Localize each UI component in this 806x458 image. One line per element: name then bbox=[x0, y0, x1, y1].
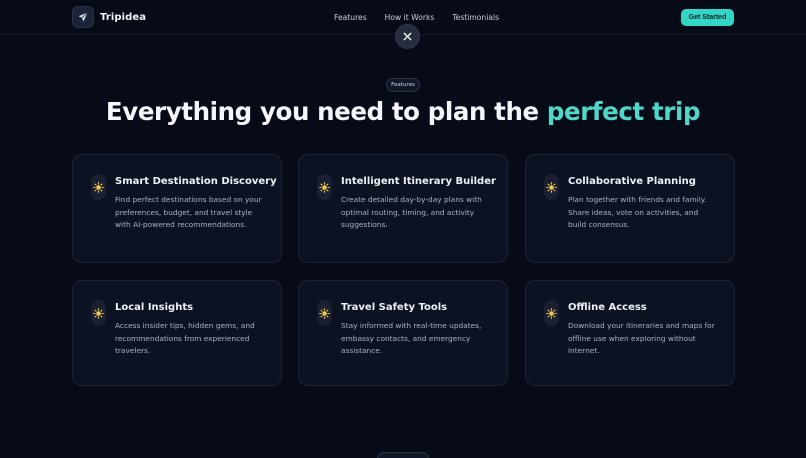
feature-description: Create detailed day-by-day plans with op… bbox=[341, 195, 482, 230]
section-badge: Features bbox=[386, 78, 420, 92]
feature-title: Offline Access bbox=[568, 302, 647, 313]
next-section-badge bbox=[377, 452, 429, 458]
feature-card-collaborative-planning: Collaborative Planning Plan together wit… bbox=[525, 154, 735, 263]
feature-card-local-insights: Local Insights Access insider tips, hidd… bbox=[72, 280, 282, 386]
feature-description: Stay informed with real-time updates, em… bbox=[341, 321, 482, 356]
get-started-button[interactable]: Get Started bbox=[681, 9, 734, 26]
feature-description: Download your itineraries and maps for o… bbox=[568, 321, 715, 356]
feature-title: Smart Destination Discovery bbox=[115, 176, 277, 187]
sun-icon bbox=[317, 300, 332, 326]
section-headline: Everything you need to plan the perfect … bbox=[0, 97, 806, 126]
brand-name: Tripidea bbox=[100, 11, 147, 23]
feature-card-intelligent-itinerary-builder: Intelligent Itinerary Builder Create det… bbox=[298, 154, 508, 263]
close-icon bbox=[403, 32, 412, 41]
brand-logo[interactable]: Tripidea bbox=[72, 6, 146, 28]
sun-icon bbox=[91, 300, 106, 326]
nav-link-features[interactable]: Features bbox=[334, 13, 367, 22]
sun-icon bbox=[544, 300, 559, 326]
nav-link-testimonials[interactable]: Testimonials bbox=[452, 13, 499, 22]
sun-icon bbox=[544, 174, 559, 200]
headline-accent: perfect trip bbox=[546, 97, 701, 126]
plane-icon bbox=[72, 6, 94, 28]
feature-title: Travel Safety Tools bbox=[341, 302, 448, 313]
feature-description: Plan together with friends and family. S… bbox=[568, 195, 707, 230]
nav-link-how-it-works[interactable]: How it Works bbox=[385, 13, 435, 22]
feature-description: Access insider tips, hidden gems, and re… bbox=[115, 321, 255, 356]
sun-icon bbox=[91, 174, 106, 200]
feature-card-travel-safety-tools: Travel Safety Tools Stay informed with r… bbox=[298, 280, 508, 386]
feature-card-offline-access: Offline Access Download your itineraries… bbox=[525, 280, 735, 386]
main-nav: Features How it Works Testimonials bbox=[334, 13, 517, 22]
feature-title: Intelligent Itinerary Builder bbox=[341, 176, 496, 187]
headline-main: Everything you need to plan the bbox=[105, 97, 547, 126]
feature-card-smart-destination-discovery: Smart Destination Discovery Find perfect… bbox=[72, 154, 282, 263]
feature-description: Find perfect destinations based on your … bbox=[115, 195, 262, 230]
features-page: Tripidea Features How it Works Testimoni… bbox=[0, 0, 806, 458]
sun-icon bbox=[317, 174, 332, 200]
feature-title: Collaborative Planning bbox=[568, 176, 696, 187]
close-button[interactable] bbox=[395, 24, 420, 49]
feature-title: Local Insights bbox=[115, 302, 194, 313]
